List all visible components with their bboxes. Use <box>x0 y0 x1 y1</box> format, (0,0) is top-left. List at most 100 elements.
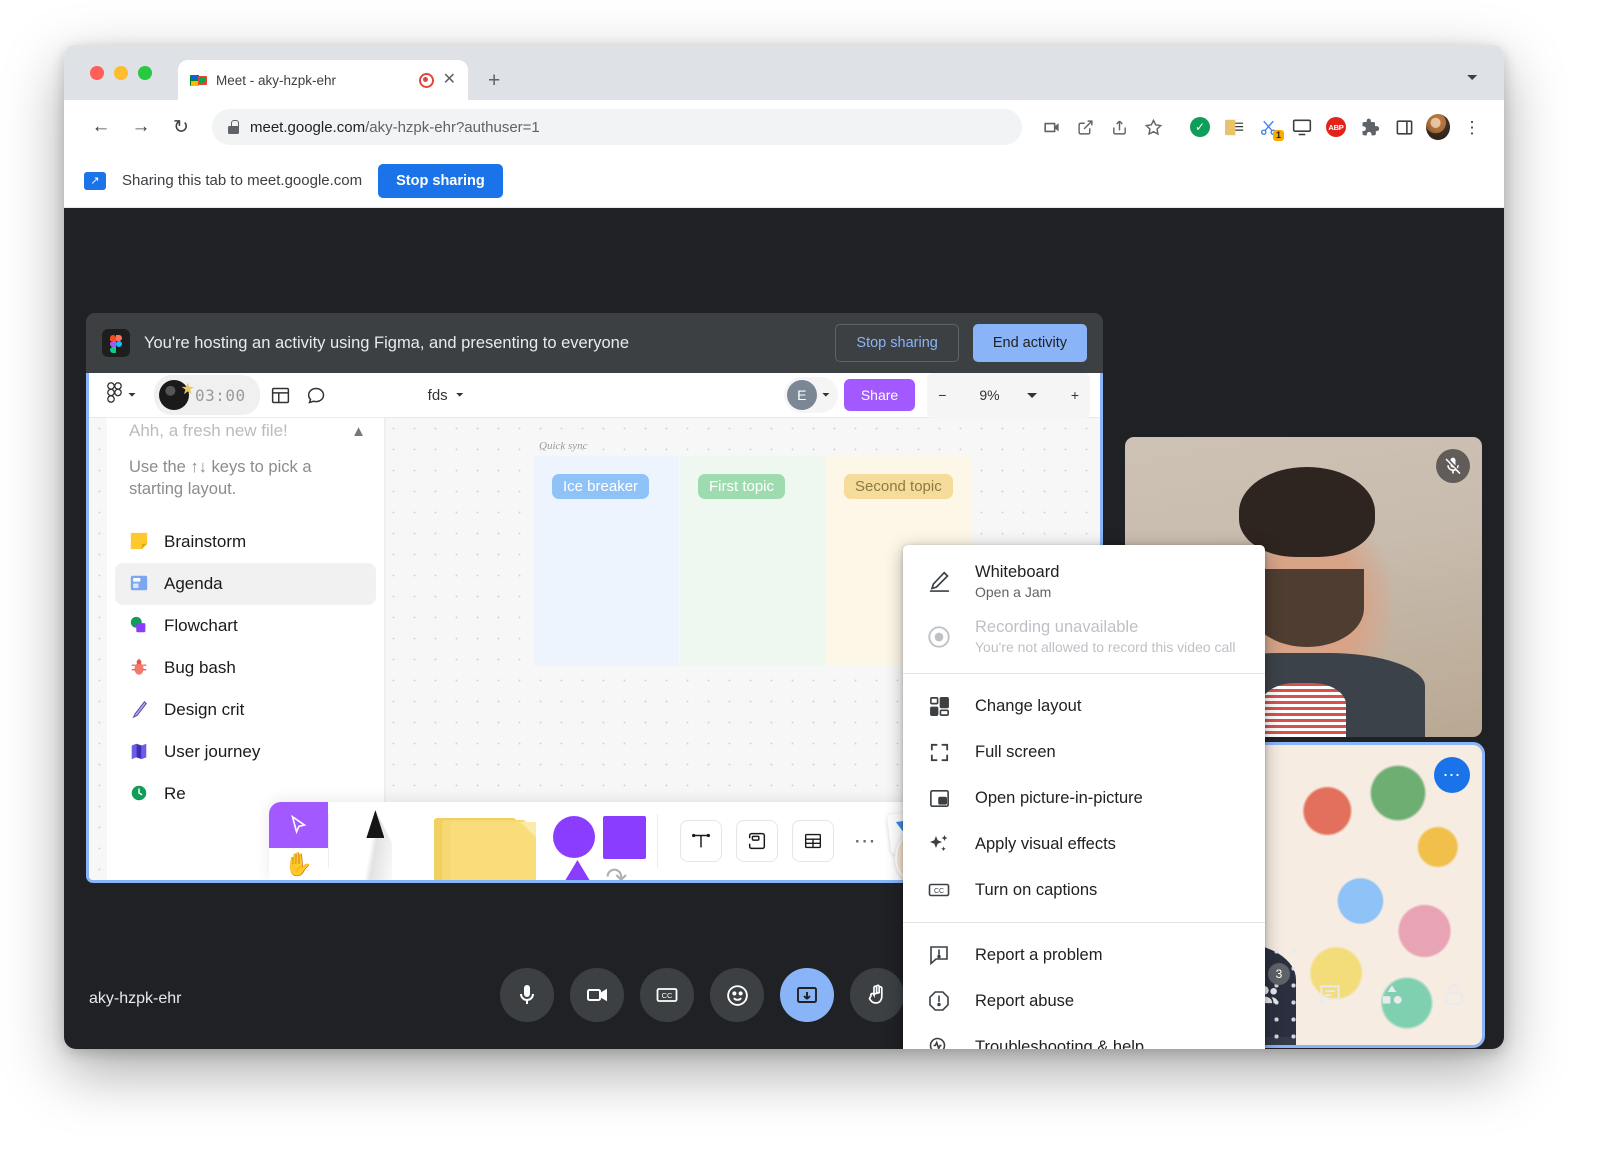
notes-extension-icon[interactable] <box>1222 115 1246 139</box>
menu-item-label: Troubleshooting & help <box>975 1038 1144 1050</box>
layout-item-flowchart[interactable]: Flowchart <box>115 605 376 647</box>
scissors-clip-icon[interactable]: 1 <box>1256 115 1280 139</box>
menu-item-picture-in-picture[interactable]: Open picture-in-picture <box>903 775 1265 821</box>
window-maximize-button[interactable] <box>138 66 152 80</box>
raise-hand-button[interactable] <box>850 968 904 1022</box>
menu-item-report-abuse[interactable]: Report abuse <box>903 978 1265 1024</box>
menu-divider <box>903 673 1265 674</box>
menu-item-captions[interactable]: CC Turn on captions <box>903 867 1265 913</box>
tab-title: Meet - aky-hzpk-ehr <box>216 73 410 88</box>
activity-stop-sharing-button[interactable]: Stop sharing <box>835 324 958 362</box>
media-cast-icon[interactable] <box>1036 112 1066 142</box>
menu-item-whiteboard[interactable]: Whiteboard Open a Jam <box>903 554 1265 609</box>
agenda-column-ice-breaker[interactable]: Ice breaker <box>534 456 679 666</box>
closed-captions-icon: CC <box>925 876 953 904</box>
layout-item-label: Design crit <box>164 700 244 720</box>
side-panel-icon[interactable] <box>1392 115 1416 139</box>
comment-bubble-icon[interactable] <box>302 380 332 410</box>
layout-panel-icon[interactable] <box>266 380 296 410</box>
extensions-puzzle-icon[interactable] <box>1358 115 1382 139</box>
report-abuse-icon <box>925 987 953 1015</box>
avatar: E <box>787 380 817 410</box>
chevron-down-icon: ⏷ <box>822 390 830 401</box>
address-bar[interactable]: meet.google.com/aky-hzpk-ehr?authuser=1 <box>212 109 1022 145</box>
grammar-check-icon[interactable]: ✓ <box>1188 115 1212 139</box>
picture-in-picture-icon <box>925 784 953 812</box>
section-frame-icon[interactable] <box>736 820 778 862</box>
menu-item-troubleshooting[interactable]: Troubleshooting & help <box>903 1024 1265 1049</box>
menu-item-full-screen[interactable]: Full screen <box>903 729 1265 775</box>
flowchart-shapes-icon <box>129 615 151 637</box>
menu-item-change-layout[interactable]: Change layout <box>903 683 1265 729</box>
pen-cursor-icon <box>129 699 151 721</box>
menu-item-label: Full screen <box>975 743 1056 762</box>
svg-text:CC: CC <box>662 991 673 1000</box>
close-icon[interactable]: ✕ <box>443 72 456 88</box>
menu-item-label: Apply visual effects <box>975 835 1116 854</box>
figma-share-button[interactable]: Share <box>844 379 915 411</box>
adblock-plus-icon[interactable]: ABP <box>1324 115 1348 139</box>
window-minimize-button[interactable] <box>114 66 128 80</box>
arrow-right-icon[interactable]: → <box>124 110 158 144</box>
end-activity-button[interactable]: End activity <box>973 324 1087 362</box>
agenda-column-first-topic[interactable]: First topic <box>680 456 825 666</box>
menu-item-label: Turn on captions <box>975 881 1097 900</box>
layout-item-label: Re <box>164 784 186 804</box>
cursor-arrow-icon[interactable] <box>269 802 328 848</box>
activities-button[interactable] <box>1372 975 1412 1015</box>
plus-icon[interactable]: + <box>488 70 500 91</box>
emoji-reactions-button[interactable] <box>710 968 764 1022</box>
layout-item-label: Agenda <box>164 574 223 594</box>
figma-avatar-group[interactable]: E ⏷ <box>784 377 838 413</box>
text-t-icon[interactable] <box>680 820 722 862</box>
shapes-icon[interactable]: ↷ <box>539 802 656 880</box>
figma-menu-button[interactable]: ⏷ <box>99 378 144 412</box>
browser-extensions: ✓ 1 ABP ⋮ <box>1178 115 1484 139</box>
browser-tab[interactable]: Meet - aky-hzpk-ehr ✕ <box>178 60 468 100</box>
chevron-down-icon[interactable]: ⏷ <box>1467 69 1478 86</box>
screencast-icon[interactable] <box>1290 115 1314 139</box>
tab-recording-icon[interactable] <box>419 73 434 88</box>
chat-button[interactable] <box>1310 975 1350 1015</box>
more-options-dots-icon[interactable]: ⋯ <box>1434 757 1470 793</box>
reload-icon[interactable]: ↻ <box>164 110 198 144</box>
sticky-notes-icon[interactable] <box>422 802 539 880</box>
stop-sharing-button[interactable]: Stop sharing <box>378 164 503 198</box>
chevron-down-icon: ⏷ <box>456 390 464 401</box>
layout-item-bug-bash[interactable]: Bug bash <box>115 647 376 689</box>
menu-divider <box>903 922 1265 923</box>
host-controls-button[interactable] <box>1434 975 1474 1015</box>
menu-item-label: Open picture-in-picture <box>975 789 1143 808</box>
url-path: /aky-hzpk-ehr?authuser=1 <box>365 119 540 136</box>
hand-icon[interactable]: ✋ <box>269 848 328 880</box>
figma-file-name[interactable]: fds ⏷ <box>428 387 464 404</box>
ellipsis-icon[interactable]: ⋯ <box>854 828 877 854</box>
zoom-in-button[interactable]: + <box>1060 380 1090 410</box>
profile-avatar[interactable] <box>1426 115 1450 139</box>
chevron-up-icon[interactable]: ▲ <box>351 423 366 440</box>
zoom-level-button[interactable]: 9% ⏷ <box>957 373 1059 418</box>
present-now-button[interactable] <box>780 968 834 1022</box>
arrow-left-icon[interactable]: ← <box>84 110 118 144</box>
layout-item-design-crit[interactable]: Design crit <box>115 689 376 731</box>
microphone-button[interactable] <box>500 968 554 1022</box>
music-timer-icon: ★ <box>159 380 189 410</box>
window-close-button[interactable] <box>90 66 104 80</box>
layout-item-brainstorm[interactable]: Brainstorm <box>115 521 376 563</box>
menu-item-recording: Recording unavailable You're not allowed… <box>903 609 1265 664</box>
camera-button[interactable] <box>570 968 624 1022</box>
bookmark-star-icon[interactable] <box>1138 112 1168 142</box>
table-grid-icon[interactable] <box>792 820 834 862</box>
layout-item-agenda[interactable]: Agenda <box>115 563 376 605</box>
figma-timer[interactable]: ★ 03:00 <box>154 375 260 415</box>
share-icon[interactable] <box>1104 112 1134 142</box>
kebab-menu-icon[interactable]: ⋮ <box>1460 115 1484 139</box>
menu-item-visual-effects[interactable]: Apply visual effects <box>903 821 1265 867</box>
captions-button[interactable]: CC <box>640 968 694 1022</box>
layout-item-user-journey[interactable]: User journey <box>115 731 376 773</box>
open-in-new-icon[interactable] <box>1070 112 1100 142</box>
zoom-out-button[interactable]: − <box>927 380 957 410</box>
marker-pen-icon[interactable] <box>329 802 423 880</box>
menu-item-report-problem[interactable]: Report a problem <box>903 932 1265 978</box>
menu-item-label: Whiteboard <box>975 563 1059 582</box>
